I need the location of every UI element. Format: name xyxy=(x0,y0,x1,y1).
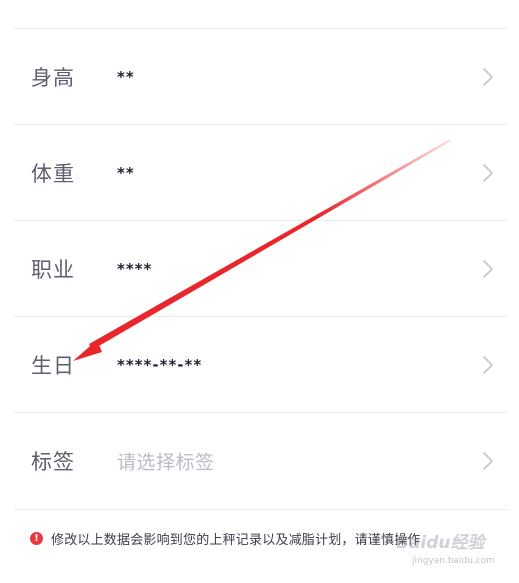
field-row-tags[interactable]: 标签 请选择标签 xyxy=(0,413,519,509)
exclamation-icon: ! xyxy=(30,531,43,545)
field-row-occupation[interactable]: 职业 **** xyxy=(0,221,519,317)
field-label-weight: 体重 xyxy=(31,162,75,186)
chevron-right-icon xyxy=(483,164,493,182)
field-row-height[interactable]: 身高 ** xyxy=(0,29,519,125)
chevron-right-icon xyxy=(483,452,493,470)
field-label-height: 身高 xyxy=(31,66,75,90)
field-value-occupation: **** xyxy=(117,260,153,278)
chevron-right-icon xyxy=(483,356,493,374)
field-value-birthday: ****-**-** xyxy=(117,356,203,374)
chevron-right-icon xyxy=(483,260,493,278)
field-value-tags-placeholder: 请选择标签 xyxy=(117,451,215,474)
data-change-notice: ! 修改以上数据会影响到您的上秤记录以及减脂计划，请谨慎操作 xyxy=(30,527,421,549)
field-label-tags: 标签 xyxy=(31,450,75,474)
notice-text: 修改以上数据会影响到您的上秤记录以及减脂计划，请谨慎操作 xyxy=(51,532,421,548)
watermark-url: jingyan.baidu.com xyxy=(412,556,496,566)
field-value-weight: ** xyxy=(117,164,135,182)
field-row-birthday[interactable]: 生日 ****-**-** xyxy=(0,317,519,413)
field-label-birthday: 生日 xyxy=(31,354,75,378)
field-value-height: ** xyxy=(117,68,135,86)
field-row-weight[interactable]: 体重 ** xyxy=(0,125,519,221)
chevron-right-icon xyxy=(483,68,493,86)
divider xyxy=(14,509,508,510)
field-label-occupation: 职业 xyxy=(31,258,75,282)
